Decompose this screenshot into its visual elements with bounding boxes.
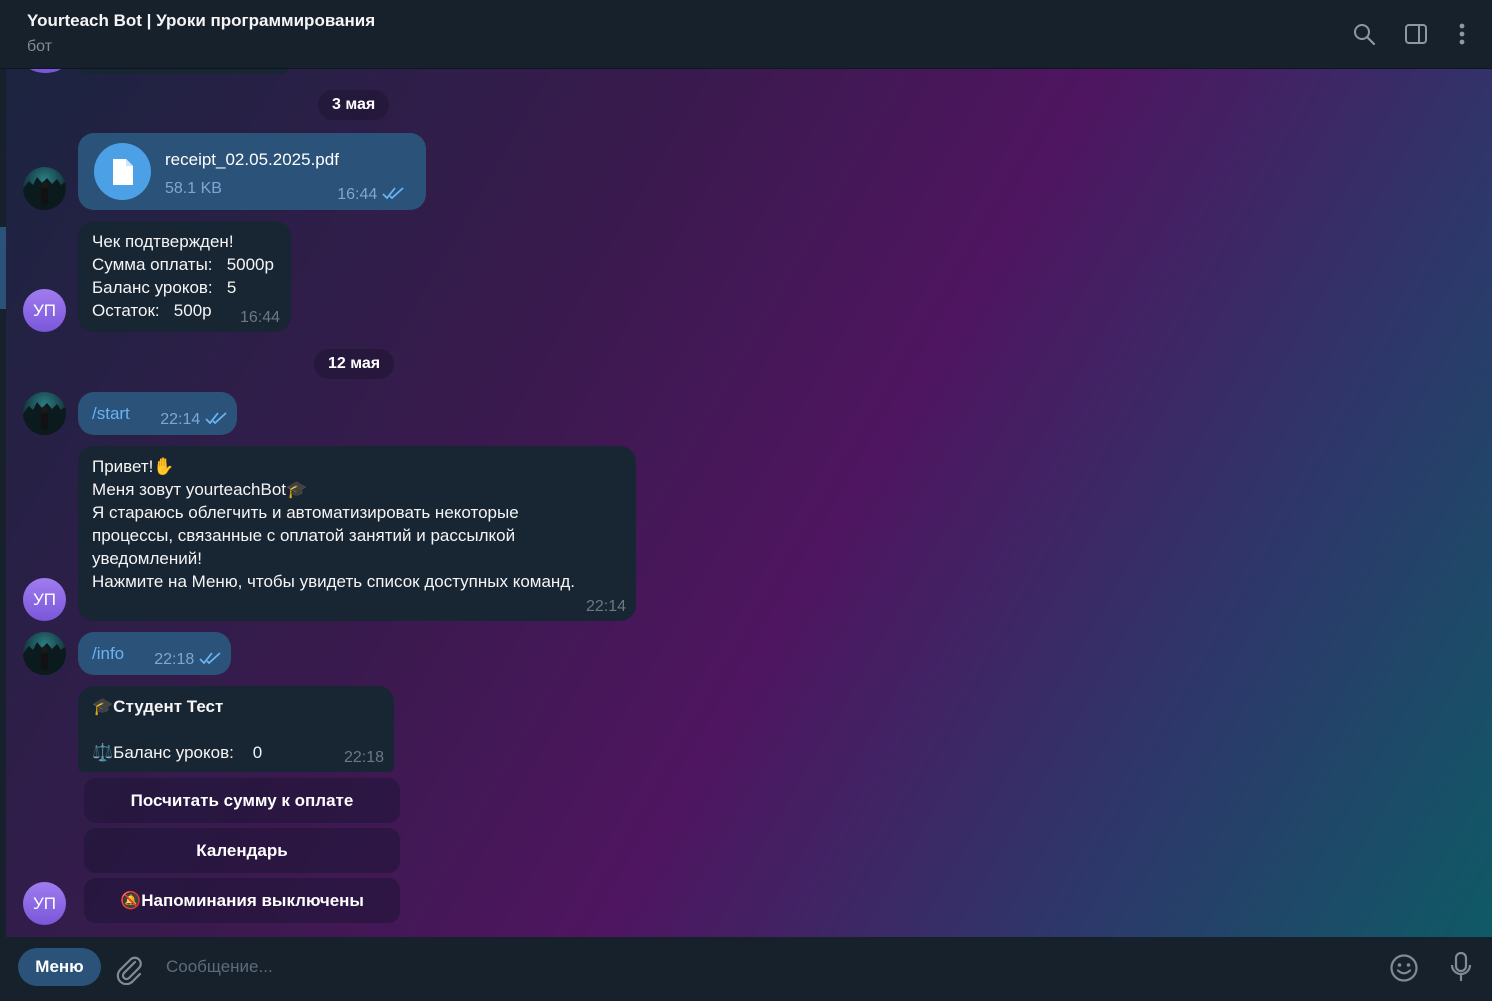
date-separator: 3 мая [318,90,390,120]
menu-button[interactable]: Меню [18,948,101,986]
read-checkmarks-icon [382,183,406,206]
command-link[interactable]: /start [92,404,130,423]
message-input[interactable]: Сообщение... [166,957,273,977]
avatar[interactable] [23,167,66,210]
lesson-balance: ⚖️Баланс уроков: 0 [92,743,263,762]
message-time: 22:18 [154,650,195,668]
command-link[interactable]: /info [92,644,124,663]
chat-subtitle: бот [27,38,53,55]
microphone-icon[interactable] [1449,951,1473,990]
avatar[interactable] [23,632,66,675]
message-line: Привет!✋ [92,457,175,476]
more-vertical-icon[interactable] [1449,20,1475,48]
avatar[interactable]: УП [23,289,66,332]
profile-message: 🎓Студент Тест ⚖️Баланс уроков: 0 22:18 [78,686,394,772]
message-line: Сумма оплаты: 5000р [92,255,274,274]
file-message[interactable]: receipt_02.05.2025.pdf 58.1 KB 16:44 [78,133,426,210]
welcome-message: Привет!✋ Меня зовут yourteachBot🎓 Я стар… [78,446,636,621]
message-time: 16:44 [239,309,280,326]
file-size: 58.1 KB [165,180,222,197]
attach-icon[interactable] [115,953,143,990]
command-message[interactable]: /start 22:14 [78,392,237,435]
message-line: уведомлений! [92,549,202,568]
date-separator: 12 мая [314,349,395,379]
avatar[interactable]: УП [23,882,66,925]
message-line: Я стараюсь облегчить и автоматизировать … [92,503,519,522]
command-message[interactable]: /info 22:18 [78,632,231,675]
message-line: Баланс уроков: 5 [92,278,237,297]
emoji-icon[interactable] [1389,953,1419,988]
avatar[interactable] [23,392,66,435]
chat-header: Yourteach Bot | Уроки программирования б… [0,0,1492,69]
search-icon[interactable] [1351,20,1377,48]
message-time: 22:18 [343,749,384,766]
message-line: Чек подтвержден! [92,232,234,251]
file-name[interactable]: receipt_02.05.2025.pdf [165,148,339,171]
message-composer: Меню Сообщение... [0,937,1492,1001]
message-line: процессы, связанные с оплатой занятий и … [92,526,516,545]
calculate-payment-button[interactable]: Посчитать сумму к оплате [84,778,400,823]
file-icon[interactable] [94,143,151,200]
avatar[interactable]: УП [23,578,66,621]
message-time: 22:14 [160,410,201,428]
message-time: 22:14 [585,598,626,615]
reminders-toggle-button[interactable]: 🔕Напоминания выключены [84,878,400,923]
read-checkmarks-icon [199,648,223,671]
message-line: Нажмите на Меню, чтобы увидеть список до… [92,572,575,591]
message-area[interactable]: 3 мая receipt_02.05.2025.pdf 58.1 KB 16:… [6,69,1492,937]
receipt-message: Чек подтвержден! Сумма оплаты: 5000р Бал… [78,221,291,332]
message-line: Меня зовут yourteachBot🎓 [92,480,308,499]
avatar-partial [24,69,67,73]
chat-title[interactable]: Yourteach Bot | Уроки программирования [27,11,375,31]
message-bubble-partial [78,69,288,74]
calendar-button[interactable]: Календарь [84,828,400,873]
message-time: 16:44 [337,185,378,203]
sidebar-toggle-icon[interactable] [1403,20,1429,48]
read-checkmarks-icon [205,408,229,431]
student-name: 🎓Студент Тест [92,697,224,716]
